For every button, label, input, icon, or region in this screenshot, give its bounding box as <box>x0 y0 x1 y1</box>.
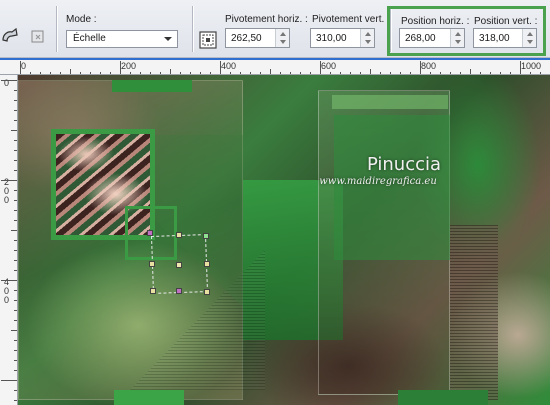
ruler-label: 4 0 0 <box>4 277 10 305</box>
ruler-tick <box>14 100 17 101</box>
ruler-tick <box>14 90 17 91</box>
ruler-tick <box>20 61 21 74</box>
transform-handle[interactable] <box>149 261 155 267</box>
pivot-v-label: Pivotement vert. : <box>312 14 390 25</box>
ruler-tick <box>14 320 17 321</box>
deform-icon[interactable] <box>28 26 48 46</box>
position-highlight-box <box>387 6 546 56</box>
ruler-tick <box>14 270 17 271</box>
tool-options-bar: Mode : Échelle Pivotement horiz. : 262,5… <box>0 0 550 58</box>
ruler-tick <box>14 260 17 261</box>
watermark-url: www.maidiregrafica.eu <box>319 176 437 187</box>
ruler-tick <box>14 220 17 221</box>
pivot-v-value: 310,00 <box>316 33 347 44</box>
ruler-tick <box>14 160 17 161</box>
ruler-tick <box>11 130 17 131</box>
background-band <box>332 95 448 109</box>
ruler-tick <box>14 210 17 211</box>
ruler-tick <box>11 330 17 331</box>
mode-value: Échelle <box>73 33 106 44</box>
ruler-label: 0 <box>21 61 27 71</box>
ruler-label: 600 <box>321 61 337 71</box>
horizontal-ruler: 0 200 400 600 800 1000 <box>0 60 550 75</box>
pivot-v-field[interactable]: 310,00 <box>310 28 375 48</box>
ruler-tick <box>1 280 17 281</box>
ruler-tick <box>14 300 17 301</box>
pivot-h-stepper[interactable] <box>275 29 289 47</box>
separator <box>56 6 57 52</box>
mode-select[interactable]: Échelle <box>66 30 178 48</box>
pivot-v-stepper[interactable] <box>360 29 374 47</box>
ruler-tick <box>11 230 17 231</box>
pivot-h-label: Pivotement horiz. : <box>225 14 308 25</box>
transform-handle[interactable] <box>150 288 156 294</box>
pivot-h-field[interactable]: 262,50 <box>225 28 290 48</box>
ruler-tick <box>14 310 17 311</box>
ruler-tick <box>14 370 17 371</box>
ruler-tick <box>14 290 17 291</box>
ruler-label: 1000 <box>521 61 542 71</box>
ruler-label: 400 <box>221 61 237 71</box>
ruler-tick <box>320 61 321 74</box>
transform-handle[interactable] <box>147 230 153 236</box>
ruler-label: 2 0 0 <box>4 177 10 205</box>
ruler-tick <box>14 360 17 361</box>
vertical-ruler: 0 2 0 0 4 0 0 <box>0 75 18 405</box>
ruler-tick <box>14 120 17 121</box>
background-panel-green <box>334 115 450 260</box>
ruler-label: 800 <box>421 61 437 71</box>
ruler-tick <box>14 250 17 251</box>
mode-label: Mode : <box>66 14 97 25</box>
ruler-tick <box>1 380 17 381</box>
transform-handle[interactable] <box>204 261 210 267</box>
transform-handle[interactable] <box>203 233 209 239</box>
watermark-name: Pinuccia <box>366 154 442 175</box>
background-band <box>114 390 184 405</box>
image-canvas[interactable]: Pinuccia www.maidiregrafica.eu <box>18 75 550 405</box>
transform-handle[interactable] <box>176 232 182 238</box>
ruler-tick <box>14 190 17 191</box>
ruler-tick <box>14 350 17 351</box>
pivot-point-handle[interactable] <box>176 262 182 268</box>
ruler-tick <box>120 61 121 74</box>
ruler-tick <box>420 61 421 74</box>
striped-panel <box>450 225 498 400</box>
ruler-tick <box>220 61 221 74</box>
ruler-label: 200 <box>121 61 137 71</box>
transform-handle[interactable] <box>176 288 182 294</box>
pivot-h-value: 262,50 <box>231 33 262 44</box>
ruler-tick <box>14 140 17 141</box>
background-band <box>112 80 192 92</box>
ruler-tick <box>14 240 17 241</box>
ruler-tick <box>14 200 17 201</box>
background-band <box>398 390 488 405</box>
ruler-tick <box>14 170 17 171</box>
transform-handle[interactable] <box>204 289 210 295</box>
ruler-tick <box>14 400 17 401</box>
chevron-down-icon <box>164 37 172 41</box>
ruler-tick <box>1 80 17 81</box>
separator <box>192 6 193 52</box>
grid-icon[interactable] <box>198 30 218 50</box>
ruler-tick <box>520 61 521 74</box>
ruler-tick <box>14 110 17 111</box>
object-select-icon[interactable] <box>0 26 20 46</box>
ruler-tick <box>14 150 17 151</box>
ruler-tick <box>1 180 17 181</box>
ruler-tick <box>14 390 17 391</box>
ruler-tick <box>14 340 17 341</box>
